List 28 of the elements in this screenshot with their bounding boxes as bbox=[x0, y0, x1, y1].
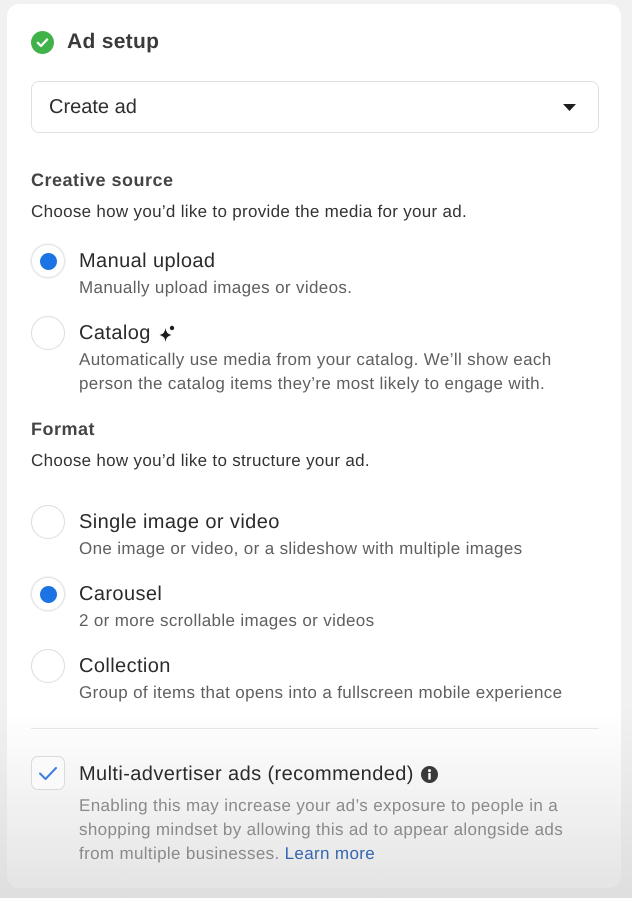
learn-more-link[interactable]: Learn more bbox=[284, 844, 376, 863]
option-label: Carousel bbox=[79, 582, 162, 606]
option-description: 2 or more scrollable images or videos bbox=[79, 610, 374, 632]
radio-button[interactable] bbox=[31, 505, 65, 539]
section-title: Ad setup bbox=[67, 30, 160, 54]
section-heading: Format bbox=[31, 418, 96, 440]
section-description: Choose how you’d like to structure your ad. bbox=[31, 450, 371, 472]
checkbox-label: Multi-advertiser ads (recommended) bbox=[79, 762, 414, 786]
radio-button[interactable] bbox=[31, 316, 65, 350]
option-description: One image or video, or a slideshow with multiple images bbox=[79, 538, 523, 560]
option-label: Collection bbox=[79, 654, 171, 678]
option-description: Group of items that opens into a fullscreen mobile experience bbox=[79, 682, 562, 704]
checkbox[interactable] bbox=[31, 756, 65, 790]
option-label: Single image or video bbox=[79, 510, 280, 534]
info-icon[interactable] bbox=[420, 766, 438, 782]
option-description: Enabling this may increase your ad’s exposure to people in a shopping mindset by allowing this ad to appear alongside ads from multiple businesses. Learn more bbox=[79, 795, 564, 865]
caret-icon bbox=[563, 104, 576, 110]
radio-button[interactable] bbox=[31, 577, 65, 611]
option-description: Manually upload images or videos. bbox=[79, 277, 352, 299]
section-heading: Creative source bbox=[31, 169, 175, 191]
radio-button[interactable] bbox=[31, 244, 65, 278]
option-label: Catalog bbox=[79, 321, 151, 345]
option-label: Manual upload bbox=[79, 249, 216, 273]
option-description: Automatically use media from your catalog. We’ll show each person the catalog items they’re most likely to engage with. bbox=[79, 349, 553, 395]
dropdown[interactable]: Create ad bbox=[31, 81, 599, 133]
checkmark-icon bbox=[39, 766, 57, 780]
section-description: Choose how you’d like to provide the media for your ad. bbox=[31, 201, 468, 223]
radio-button[interactable] bbox=[31, 649, 65, 683]
